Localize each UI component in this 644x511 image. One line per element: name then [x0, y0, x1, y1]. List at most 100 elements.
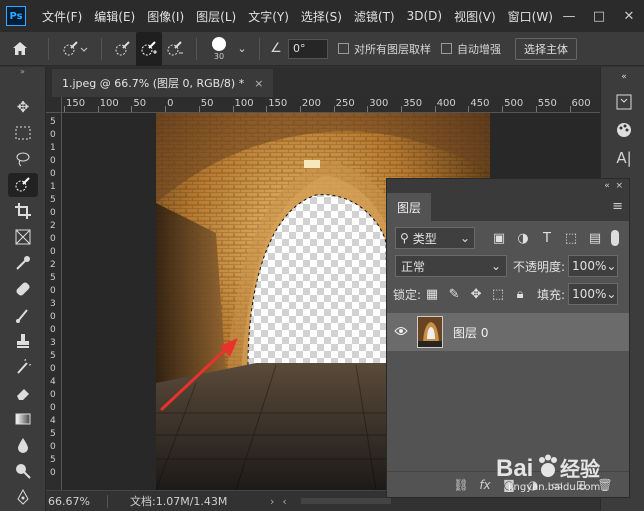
panel-collapse-bar[interactable]: « ×	[387, 179, 629, 193]
mask-icon[interactable]: ◙	[497, 478, 521, 492]
chevron-down-icon: ⌄	[490, 259, 501, 273]
menu-filter[interactable]: 滤镜(T)	[348, 8, 401, 25]
sample-all-layers-checkbox[interactable]	[338, 43, 349, 54]
ruler-label: 0	[50, 169, 56, 179]
options-bar: 30 ⌄ ∠ 0° 对所有图层取样 自动增强 选择主体	[0, 31, 644, 66]
panel-menu-icon[interactable]: ≡	[612, 199, 623, 214]
horizontal-scrollbar[interactable]	[300, 498, 391, 504]
new-layer-icon[interactable]: ⊞	[569, 478, 593, 492]
layers-panel-tabs: 图层 ≡	[387, 193, 629, 221]
brush-tool-icon[interactable]	[8, 303, 38, 327]
new-selection-icon[interactable]	[110, 32, 136, 66]
clone-stamp-tool-icon[interactable]	[8, 329, 38, 353]
eyedropper-tool-icon[interactable]	[8, 251, 38, 275]
gradient-tool-icon[interactable]	[8, 407, 38, 431]
pen-tool-icon[interactable]	[8, 485, 38, 509]
lock-position-icon[interactable]: ✥	[465, 287, 487, 302]
opacity-input[interactable]: 100% ⌄	[568, 255, 619, 277]
close-icon[interactable]: ×	[254, 77, 263, 90]
menu-file[interactable]: 文件(F)	[36, 8, 88, 25]
menu-image[interactable]: 图像(I)	[141, 8, 190, 25]
fx-icon[interactable]: fx	[473, 478, 497, 492]
menu-window[interactable]: 窗口(W)	[502, 8, 559, 25]
ruler-tick	[165, 106, 167, 112]
adjustment-icon[interactable]: ◑	[521, 478, 545, 492]
character-panel-icon[interactable]: A|	[613, 147, 635, 169]
ruler-label: 50	[200, 98, 214, 109]
adjustment-filter-icon[interactable]: ◑	[511, 231, 535, 246]
pixel-filter-icon[interactable]: ▣	[487, 231, 511, 246]
chevron-down-icon: ⌄	[606, 287, 617, 301]
ruler-label: 0	[50, 390, 56, 400]
menu-type[interactable]: 文字(Y)	[242, 8, 295, 25]
history-brush-tool-icon[interactable]	[8, 355, 38, 379]
marquee-tool-icon[interactable]	[8, 121, 38, 145]
menu-3d[interactable]: 3D(D)	[401, 9, 448, 23]
menu-edit[interactable]: 编辑(E)	[88, 8, 141, 25]
link-icon[interactable]: ⛓	[449, 478, 473, 492]
ruler-label: 4	[50, 377, 56, 387]
collapse-icon[interactable]: »	[0, 67, 45, 79]
maximize-button[interactable]: □	[584, 0, 614, 32]
smart-object-filter-icon[interactable]: ▤	[583, 231, 607, 246]
horizontal-ruler: 150 100 50 0 50 100 150 200 250 300 350 400 450 500 55…	[62, 97, 600, 113]
brush-size-picker[interactable]: 30	[205, 32, 233, 66]
ruler-tick	[333, 106, 335, 112]
eraser-tool-icon[interactable]	[8, 381, 38, 405]
fill-input[interactable]: 100% ⌄	[568, 283, 619, 305]
lasso-tool-icon[interactable]	[8, 147, 38, 171]
ruler-label: 0	[50, 364, 56, 374]
close-button[interactable]: ✕	[614, 0, 644, 32]
chevron-down-icon: ⌄	[459, 231, 470, 245]
ruler-tick	[367, 106, 369, 112]
layer-filter-select[interactable]: ⚲ 类型 ⌄	[395, 227, 475, 249]
auto-enhance-label: 自动增强	[457, 42, 501, 56]
layer-name[interactable]: 图层 0	[453, 324, 488, 341]
add-to-selection-icon[interactable]	[136, 31, 162, 66]
ruler-label: 300	[369, 98, 389, 109]
menu-view[interactable]: 视图(V)	[448, 8, 502, 25]
lock-transparent-icon[interactable]: ▦	[421, 287, 443, 302]
crop-tool-icon[interactable]	[8, 199, 38, 223]
healing-brush-tool-icon[interactable]	[8, 277, 38, 301]
menu-layer[interactable]: 图层(L)	[190, 8, 242, 25]
color-palette-icon[interactable]	[613, 119, 635, 141]
document-tab[interactable]: 1.jpeg @ 66.7% (图层 0, RGB/8) * ×	[52, 69, 274, 97]
eye-icon[interactable]	[387, 325, 415, 340]
ruler-label: 0	[50, 312, 56, 322]
tab-layers[interactable]: 图层	[387, 193, 432, 221]
lock-image-icon[interactable]: ✎	[443, 287, 465, 302]
angle-input[interactable]: 0°	[288, 38, 328, 59]
shape-filter-icon[interactable]: ⬚	[559, 231, 583, 246]
status-menu-arrow[interactable]: ›	[270, 495, 274, 508]
ruler-corner	[46, 97, 62, 113]
chevron-down-icon[interactable]: ⌄	[233, 32, 251, 66]
lock-all-icon[interactable]: 🔒︎	[509, 287, 531, 302]
home-icon[interactable]	[0, 32, 40, 66]
zoom-level[interactable]: 66.67%	[46, 494, 108, 508]
layer-row[interactable]: 图层 0	[387, 313, 629, 351]
lock-artboard-icon[interactable]: ⬚	[487, 287, 509, 302]
group-icon[interactable]: ▭	[545, 478, 569, 492]
quick-selection-tool-icon[interactable]	[8, 173, 38, 197]
chevron-left-icon[interactable]: ‹	[282, 495, 286, 508]
trash-icon[interactable]: 🗑︎	[593, 478, 617, 492]
select-subject-button[interactable]: 选择主体	[515, 37, 577, 60]
blur-tool-icon[interactable]	[8, 433, 38, 457]
collapse-icon[interactable]: «	[613, 71, 635, 83]
history-icon[interactable]	[613, 91, 635, 113]
ruler-label: 600	[571, 98, 591, 109]
auto-enhance-checkbox[interactable]	[441, 43, 452, 54]
blend-mode-select[interactable]: 正常 ⌄	[395, 255, 507, 277]
layers-panel-footer: ⛓ fx ◙ ◑ ▭ ⊞ 🗑︎	[387, 471, 629, 497]
type-filter-icon[interactable]: T	[535, 231, 559, 246]
filter-toggle[interactable]	[611, 230, 619, 246]
dodge-tool-icon[interactable]	[8, 459, 38, 483]
minimize-button[interactable]: —	[554, 0, 584, 32]
quick-selection-preset-icon[interactable]	[57, 32, 93, 66]
frame-tool-icon[interactable]	[8, 225, 38, 249]
menu-select[interactable]: 选择(S)	[295, 8, 348, 25]
move-tool-icon[interactable]: ✥	[8, 95, 38, 119]
ruler-label: 150	[268, 98, 288, 109]
subtract-from-selection-icon[interactable]	[162, 32, 188, 66]
